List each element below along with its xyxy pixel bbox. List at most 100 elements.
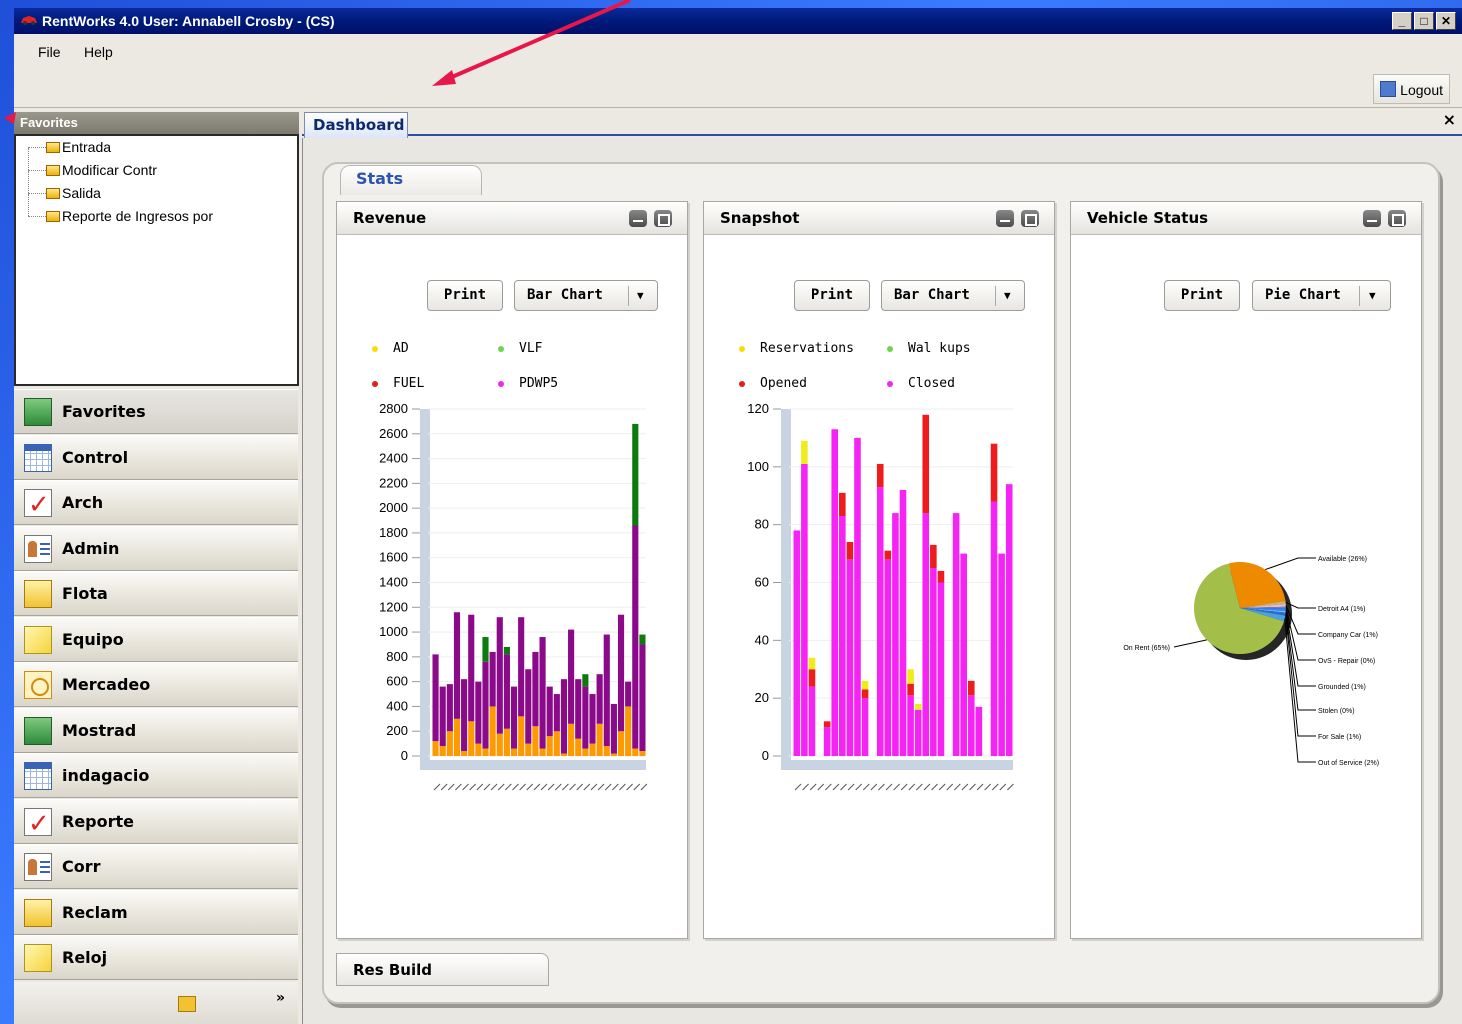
- tab-res-build[interactable]: Res Build: [336, 953, 549, 986]
- bar-segment: [967, 695, 975, 756]
- maximize-icon[interactable]: [1388, 210, 1406, 227]
- nav-indagacio[interactable]: indagacio: [14, 753, 298, 798]
- favorite-item[interactable]: Entrada: [24, 136, 111, 158]
- bar-segment: [468, 614, 475, 722]
- bar-segment: [596, 674, 603, 724]
- bar-segment: [861, 689, 869, 699]
- calendar-icon: [24, 444, 52, 472]
- vehicle-print-button[interactable]: Print: [1164, 280, 1240, 311]
- revenue-print-button[interactable]: Print: [427, 280, 503, 311]
- chevron-down-icon[interactable]: »: [276, 990, 285, 1006]
- bar-segment: [639, 634, 646, 645]
- menu-file[interactable]: File: [38, 44, 61, 60]
- minimize-icon[interactable]: [629, 210, 647, 227]
- minimize-button[interactable]: _: [1392, 12, 1412, 30]
- bar-segment: [596, 723, 603, 756]
- y-tick-label: 2000: [379, 500, 408, 515]
- x-tick-label: [946, 783, 954, 791]
- bar-segment: [582, 686, 589, 749]
- nav-admin[interactable]: Admin: [14, 526, 298, 571]
- contact-card-icon: [24, 853, 52, 881]
- nav-favorites[interactable]: Favorites: [14, 389, 298, 434]
- vehicle-chart-type-select[interactable]: Pie Chart ▼: [1252, 280, 1391, 311]
- tab-stats[interactable]: Stats: [340, 165, 482, 195]
- bar-segment: [998, 553, 1005, 756]
- minimize-icon[interactable]: [996, 210, 1014, 227]
- bar-segment: [632, 748, 639, 756]
- nav-equipo[interactable]: Equipo: [14, 617, 298, 662]
- bar-segment: [975, 706, 983, 756]
- nav-control[interactable]: Control: [14, 435, 298, 480]
- x-tick-label: [576, 783, 584, 791]
- bar-segment: [808, 669, 816, 687]
- x-tick-label: [554, 783, 562, 791]
- minimize-icon[interactable]: [1363, 210, 1381, 227]
- chevron-down-icon: ▼: [1004, 289, 1011, 302]
- x-tick-label: [847, 783, 855, 791]
- nav-flota[interactable]: Flota: [14, 571, 298, 616]
- favorite-item[interactable]: Salida: [24, 171, 101, 204]
- logout-button[interactable]: Logout: [1373, 74, 1450, 104]
- bar-segment: [560, 753, 568, 756]
- favorites-header: Favorites: [14, 112, 299, 134]
- x-tick-label: [512, 783, 519, 791]
- logout-label: Logout: [1400, 82, 1443, 98]
- x-tick-label: [855, 783, 863, 791]
- snapshot-print-button[interactable]: Print: [794, 280, 870, 311]
- close-tab-icon[interactable]: ×: [1443, 110, 1456, 129]
- favorites-icon: [24, 398, 52, 426]
- bar-segment: [589, 694, 596, 744]
- x-tick-label: [794, 783, 802, 791]
- y-tick-label: 0: [401, 748, 408, 763]
- bar-segment: [907, 683, 914, 696]
- bar-segment: [899, 489, 907, 756]
- nav-reclam[interactable]: Reclam: [14, 890, 298, 935]
- bar-segment: [839, 492, 846, 516]
- nav-arch[interactable]: Arch: [14, 480, 298, 527]
- favorite-item[interactable]: Reporte de Ingresos por: [24, 194, 213, 227]
- x-tick-label: [590, 783, 598, 791]
- bar-segment: [503, 654, 510, 729]
- maximize-button[interactable]: □: [1414, 12, 1434, 30]
- snapshot-chart-type-select[interactable]: Bar Chart ▼: [881, 280, 1025, 311]
- x-axis-strip: [781, 760, 1013, 770]
- revenue-chart-type-select[interactable]: Bar Chart ▼: [514, 280, 658, 311]
- x-tick-label: [562, 783, 569, 791]
- nav-mostrad[interactable]: Mostrad: [14, 708, 298, 753]
- chevron-down-icon: ▼: [1369, 289, 1376, 302]
- pie-label: Available (26%): [1318, 556, 1367, 563]
- favorites-tree: Entrada Modificar Contr Salida Reporte d…: [14, 134, 299, 386]
- favorites-small-icon[interactable]: [178, 996, 196, 1012]
- nav-reporte[interactable]: Reporte: [14, 799, 298, 846]
- bar-segment: [496, 733, 503, 756]
- favorite-item[interactable]: Modificar Contr: [24, 148, 157, 181]
- contact-card-icon: [24, 535, 52, 563]
- bar-segment: [532, 726, 539, 756]
- marketing-icon: [24, 671, 52, 699]
- folder-icon: [46, 165, 60, 176]
- bar-segment: [439, 746, 446, 756]
- bar-segment: [432, 741, 439, 756]
- y-tick-label: 2600: [379, 426, 408, 441]
- nav-mercadeo[interactable]: Mercadeo: [14, 662, 298, 707]
- bar-segment: [639, 751, 646, 756]
- x-tick-label: [440, 783, 448, 791]
- x-tick-label: [938, 783, 946, 791]
- x-tick-label: [893, 783, 900, 791]
- bar-segment: [553, 694, 560, 732]
- maximize-icon[interactable]: [1021, 210, 1039, 227]
- bar-segment: [625, 681, 632, 707]
- maximize-icon[interactable]: [654, 210, 672, 227]
- x-axis-strip: [420, 760, 646, 770]
- nav-corr[interactable]: Corr: [14, 844, 298, 889]
- revenue-title: Revenue: [353, 209, 427, 227]
- menu-help[interactable]: Help: [84, 44, 113, 60]
- close-window-button[interactable]: ✕: [1436, 12, 1456, 30]
- x-tick-label: [519, 783, 526, 791]
- folder-icon: [46, 188, 60, 199]
- nav-reloj[interactable]: Reloj: [14, 935, 298, 980]
- favorites-icon: [24, 717, 52, 745]
- tab-dashboard[interactable]: Dashboard: [304, 112, 408, 138]
- y-tick-label: 1600: [379, 550, 408, 565]
- legend-item: VLF: [498, 341, 542, 356]
